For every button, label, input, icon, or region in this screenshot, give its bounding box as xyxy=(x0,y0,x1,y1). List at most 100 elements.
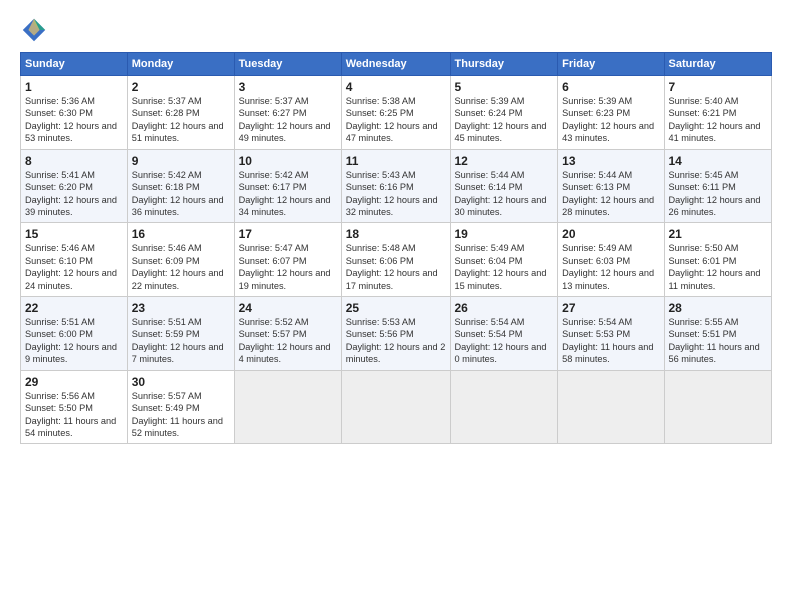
calendar-cell: 21 Sunrise: 5:50 AM Sunset: 6:01 PM Dayl… xyxy=(664,223,772,297)
day-info: Sunrise: 5:40 AM Sunset: 6:21 PM Dayligh… xyxy=(669,95,768,145)
day-info: Sunrise: 5:37 AM Sunset: 6:28 PM Dayligh… xyxy=(132,95,230,145)
day-number: 14 xyxy=(669,154,768,168)
calendar-cell: 12 Sunrise: 5:44 AM Sunset: 6:14 PM Dayl… xyxy=(450,149,558,223)
day-number: 10 xyxy=(239,154,337,168)
day-header-tuesday: Tuesday xyxy=(234,53,341,76)
day-number: 12 xyxy=(455,154,554,168)
day-info: Sunrise: 5:37 AM Sunset: 6:27 PM Dayligh… xyxy=(239,95,337,145)
day-info: Sunrise: 5:44 AM Sunset: 6:13 PM Dayligh… xyxy=(562,169,659,219)
calendar-cell: 9 Sunrise: 5:42 AM Sunset: 6:18 PM Dayli… xyxy=(127,149,234,223)
day-info: Sunrise: 5:48 AM Sunset: 6:06 PM Dayligh… xyxy=(346,242,446,292)
calendar-cell: 13 Sunrise: 5:44 AM Sunset: 6:13 PM Dayl… xyxy=(558,149,664,223)
day-number: 3 xyxy=(239,80,337,94)
calendar-cell: 5 Sunrise: 5:39 AM Sunset: 6:24 PM Dayli… xyxy=(450,76,558,150)
day-header-wednesday: Wednesday xyxy=(341,53,450,76)
day-info: Sunrise: 5:49 AM Sunset: 6:04 PM Dayligh… xyxy=(455,242,554,292)
day-info: Sunrise: 5:41 AM Sunset: 6:20 PM Dayligh… xyxy=(25,169,123,219)
calendar-cell: 20 Sunrise: 5:49 AM Sunset: 6:03 PM Dayl… xyxy=(558,223,664,297)
calendar-cell xyxy=(558,370,664,444)
calendar-cell: 23 Sunrise: 5:51 AM Sunset: 5:59 PM Dayl… xyxy=(127,297,234,371)
page: SundayMondayTuesdayWednesdayThursdayFrid… xyxy=(0,0,792,612)
calendar-cell: 19 Sunrise: 5:49 AM Sunset: 6:04 PM Dayl… xyxy=(450,223,558,297)
calendar-header-row: SundayMondayTuesdayWednesdayThursdayFrid… xyxy=(21,53,772,76)
day-number: 19 xyxy=(455,227,554,241)
calendar-cell: 3 Sunrise: 5:37 AM Sunset: 6:27 PM Dayli… xyxy=(234,76,341,150)
day-number: 4 xyxy=(346,80,446,94)
day-number: 1 xyxy=(25,80,123,94)
day-info: Sunrise: 5:46 AM Sunset: 6:09 PM Dayligh… xyxy=(132,242,230,292)
day-header-saturday: Saturday xyxy=(664,53,772,76)
day-number: 6 xyxy=(562,80,659,94)
logo xyxy=(20,16,52,44)
day-info: Sunrise: 5:49 AM Sunset: 6:03 PM Dayligh… xyxy=(562,242,659,292)
day-number: 25 xyxy=(346,301,446,315)
calendar-cell: 22 Sunrise: 5:51 AM Sunset: 6:00 PM Dayl… xyxy=(21,297,128,371)
calendar-week-1: 1 Sunrise: 5:36 AM Sunset: 6:30 PM Dayli… xyxy=(21,76,772,150)
day-number: 28 xyxy=(669,301,768,315)
day-info: Sunrise: 5:42 AM Sunset: 6:17 PM Dayligh… xyxy=(239,169,337,219)
day-info: Sunrise: 5:44 AM Sunset: 6:14 PM Dayligh… xyxy=(455,169,554,219)
header xyxy=(20,16,772,44)
day-info: Sunrise: 5:50 AM Sunset: 6:01 PM Dayligh… xyxy=(669,242,768,292)
day-number: 13 xyxy=(562,154,659,168)
day-info: Sunrise: 5:53 AM Sunset: 5:56 PM Dayligh… xyxy=(346,316,446,366)
day-info: Sunrise: 5:36 AM Sunset: 6:30 PM Dayligh… xyxy=(25,95,123,145)
calendar-cell: 24 Sunrise: 5:52 AM Sunset: 5:57 PM Dayl… xyxy=(234,297,341,371)
day-number: 23 xyxy=(132,301,230,315)
day-number: 2 xyxy=(132,80,230,94)
calendar-cell: 1 Sunrise: 5:36 AM Sunset: 6:30 PM Dayli… xyxy=(21,76,128,150)
day-info: Sunrise: 5:45 AM Sunset: 6:11 PM Dayligh… xyxy=(669,169,768,219)
calendar-cell xyxy=(664,370,772,444)
calendar-cell xyxy=(450,370,558,444)
day-number: 18 xyxy=(346,227,446,241)
calendar-cell: 6 Sunrise: 5:39 AM Sunset: 6:23 PM Dayli… xyxy=(558,76,664,150)
calendar-week-4: 22 Sunrise: 5:51 AM Sunset: 6:00 PM Dayl… xyxy=(21,297,772,371)
day-number: 17 xyxy=(239,227,337,241)
day-info: Sunrise: 5:46 AM Sunset: 6:10 PM Dayligh… xyxy=(25,242,123,292)
calendar-cell: 17 Sunrise: 5:47 AM Sunset: 6:07 PM Dayl… xyxy=(234,223,341,297)
day-info: Sunrise: 5:42 AM Sunset: 6:18 PM Dayligh… xyxy=(132,169,230,219)
day-info: Sunrise: 5:55 AM Sunset: 5:51 PM Dayligh… xyxy=(669,316,768,366)
day-number: 9 xyxy=(132,154,230,168)
calendar-cell: 27 Sunrise: 5:54 AM Sunset: 5:53 PM Dayl… xyxy=(558,297,664,371)
day-info: Sunrise: 5:43 AM Sunset: 6:16 PM Dayligh… xyxy=(346,169,446,219)
day-number: 21 xyxy=(669,227,768,241)
calendar-cell xyxy=(341,370,450,444)
calendar-cell: 15 Sunrise: 5:46 AM Sunset: 6:10 PM Dayl… xyxy=(21,223,128,297)
day-header-sunday: Sunday xyxy=(21,53,128,76)
day-info: Sunrise: 5:51 AM Sunset: 5:59 PM Dayligh… xyxy=(132,316,230,366)
day-info: Sunrise: 5:52 AM Sunset: 5:57 PM Dayligh… xyxy=(239,316,337,366)
day-number: 7 xyxy=(669,80,768,94)
day-info: Sunrise: 5:39 AM Sunset: 6:23 PM Dayligh… xyxy=(562,95,659,145)
day-number: 30 xyxy=(132,375,230,389)
calendar-cell: 16 Sunrise: 5:46 AM Sunset: 6:09 PM Dayl… xyxy=(127,223,234,297)
day-number: 29 xyxy=(25,375,123,389)
calendar-cell: 28 Sunrise: 5:55 AM Sunset: 5:51 PM Dayl… xyxy=(664,297,772,371)
calendar-cell: 8 Sunrise: 5:41 AM Sunset: 6:20 PM Dayli… xyxy=(21,149,128,223)
day-info: Sunrise: 5:57 AM Sunset: 5:49 PM Dayligh… xyxy=(132,390,230,440)
day-number: 8 xyxy=(25,154,123,168)
day-number: 24 xyxy=(239,301,337,315)
calendar-cell: 29 Sunrise: 5:56 AM Sunset: 5:50 PM Dayl… xyxy=(21,370,128,444)
day-info: Sunrise: 5:56 AM Sunset: 5:50 PM Dayligh… xyxy=(25,390,123,440)
day-number: 11 xyxy=(346,154,446,168)
calendar-week-2: 8 Sunrise: 5:41 AM Sunset: 6:20 PM Dayli… xyxy=(21,149,772,223)
calendar-cell: 11 Sunrise: 5:43 AM Sunset: 6:16 PM Dayl… xyxy=(341,149,450,223)
day-number: 26 xyxy=(455,301,554,315)
day-info: Sunrise: 5:51 AM Sunset: 6:00 PM Dayligh… xyxy=(25,316,123,366)
day-number: 15 xyxy=(25,227,123,241)
day-info: Sunrise: 5:38 AM Sunset: 6:25 PM Dayligh… xyxy=(346,95,446,145)
logo-icon xyxy=(20,16,48,44)
day-header-thursday: Thursday xyxy=(450,53,558,76)
calendar-cell: 30 Sunrise: 5:57 AM Sunset: 5:49 PM Dayl… xyxy=(127,370,234,444)
day-number: 5 xyxy=(455,80,554,94)
calendar-cell: 25 Sunrise: 5:53 AM Sunset: 5:56 PM Dayl… xyxy=(341,297,450,371)
day-info: Sunrise: 5:54 AM Sunset: 5:54 PM Dayligh… xyxy=(455,316,554,366)
day-number: 22 xyxy=(25,301,123,315)
day-info: Sunrise: 5:47 AM Sunset: 6:07 PM Dayligh… xyxy=(239,242,337,292)
calendar-cell: 4 Sunrise: 5:38 AM Sunset: 6:25 PM Dayli… xyxy=(341,76,450,150)
calendar-cell: 7 Sunrise: 5:40 AM Sunset: 6:21 PM Dayli… xyxy=(664,76,772,150)
calendar-cell: 2 Sunrise: 5:37 AM Sunset: 6:28 PM Dayli… xyxy=(127,76,234,150)
calendar-cell: 26 Sunrise: 5:54 AM Sunset: 5:54 PM Dayl… xyxy=(450,297,558,371)
day-number: 27 xyxy=(562,301,659,315)
